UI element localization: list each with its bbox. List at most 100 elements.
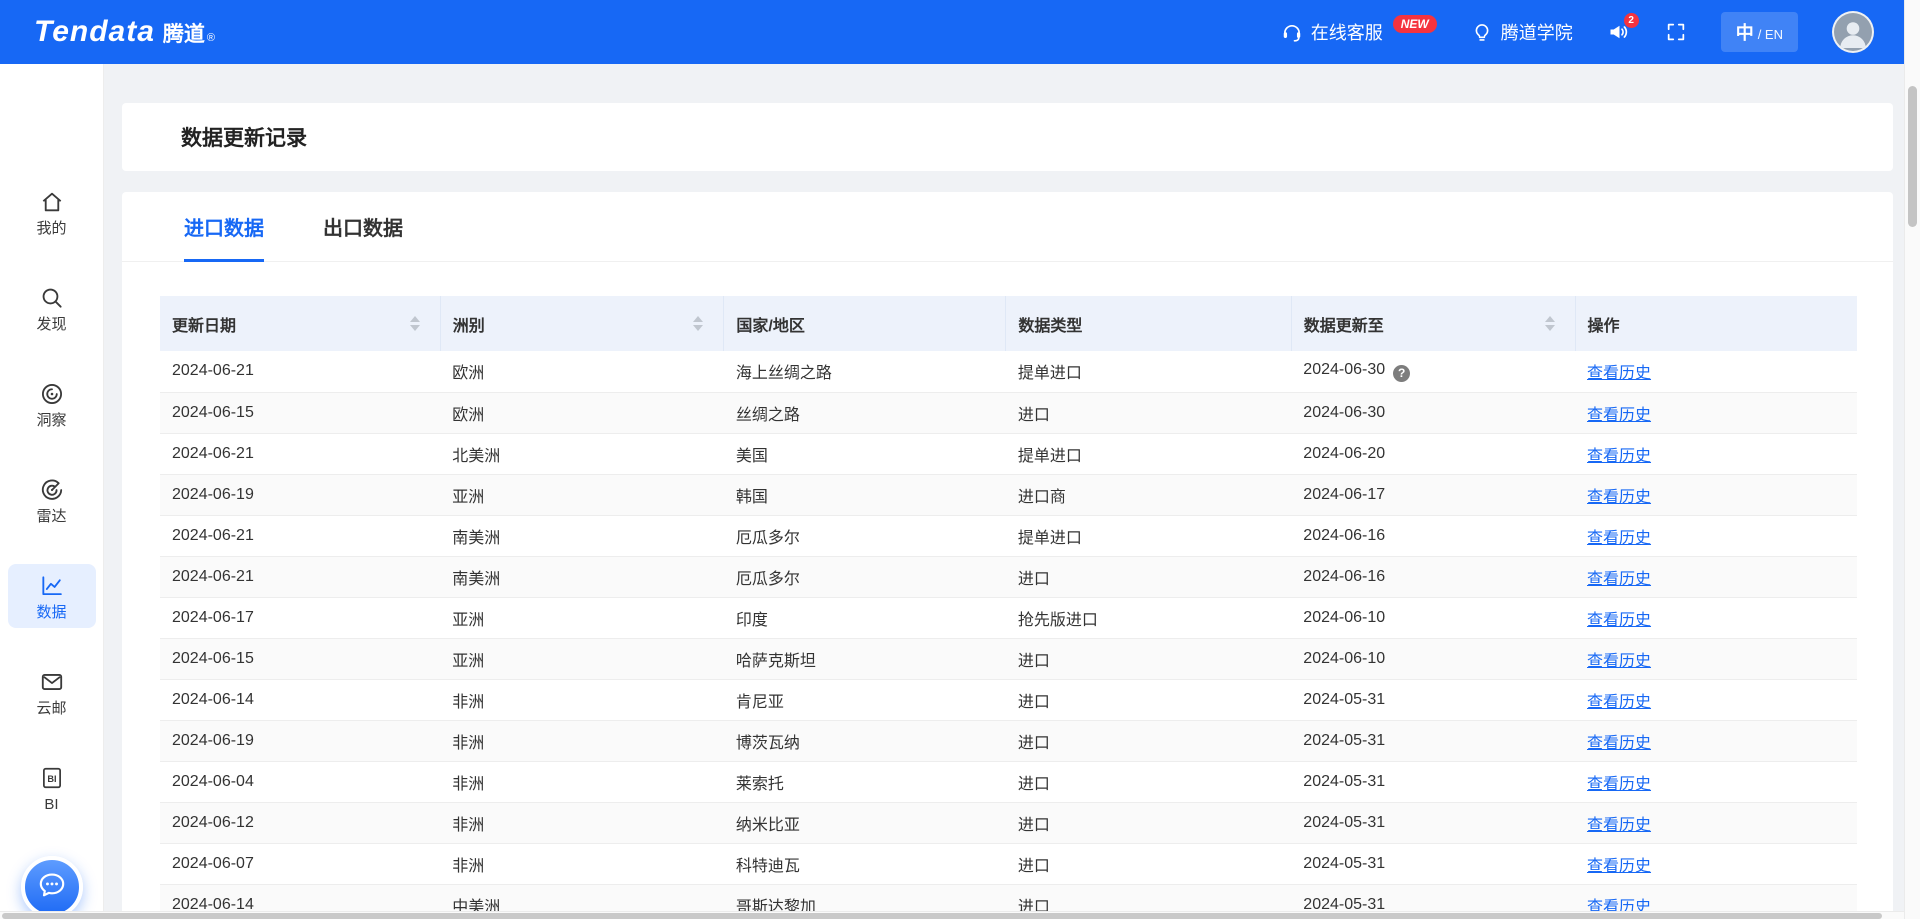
view-history-link[interactable]: 查看历史: [1587, 365, 1651, 382]
view-history-link[interactable]: 查看历史: [1587, 735, 1651, 752]
table-row: 2024-06-15 亚洲 哈萨克斯坦 进口 2024-06-10 查看历史: [160, 638, 1857, 679]
language-toggle[interactable]: 中 / EN: [1721, 12, 1798, 52]
header-actions: 在线客服 NEW 腾道学院 2: [1281, 11, 1874, 53]
user-avatar[interactable]: [1832, 11, 1874, 53]
main-content: 数据更新记录 进口数据 出口数据 更新日期: [104, 64, 1904, 919]
table-row: 2024-06-17 亚洲 印度 抢先版进口 2024-06-10 查看历史: [160, 597, 1857, 638]
sidebar-label: 洞察: [36, 413, 66, 428]
column-header-continent[interactable]: 洲别: [440, 296, 724, 351]
cell-update-date: 2024-06-14: [160, 679, 440, 720]
sidebar-item-mail[interactable]: 云邮: [8, 660, 96, 724]
sidebar-item-bi[interactable]: BI BI: [8, 756, 96, 820]
table-row: 2024-06-07 非洲 科特迪瓦 进口 2024-05-31 查看历史: [160, 843, 1857, 884]
cell-update-date: 2024-06-21: [160, 515, 440, 556]
cell-update-date: 2024-06-15: [160, 392, 440, 433]
view-history-link[interactable]: 查看历史: [1587, 407, 1651, 424]
view-history-link[interactable]: 查看历史: [1587, 817, 1651, 834]
view-history-link[interactable]: 查看历史: [1587, 612, 1651, 629]
data-records-card: 进口数据 出口数据 更新日期: [122, 192, 1893, 919]
page-title-card: 数据更新记录: [122, 103, 1893, 171]
cell-updated-to: 2024-05-31: [1291, 679, 1575, 720]
insight-icon: [39, 381, 65, 408]
view-history-link[interactable]: 查看历史: [1587, 653, 1651, 670]
column-label: 操作: [1588, 312, 1620, 336]
cell-continent: 亚洲: [440, 474, 724, 515]
cell-action: 查看历史: [1575, 474, 1857, 515]
cell-update-date: 2024-06-19: [160, 474, 440, 515]
view-history-link[interactable]: 查看历史: [1587, 694, 1651, 711]
cell-continent: 欧洲: [440, 351, 724, 392]
cell-action: 查看历史: [1575, 843, 1857, 884]
table-row: 2024-06-21 南美洲 厄瓜多尔 提单进口 2024-06-16 查看历史: [160, 515, 1857, 556]
column-label: 更新日期: [172, 312, 236, 336]
data-table: 更新日期 洲别 国家/地区: [160, 296, 1857, 919]
tab-export-data[interactable]: 出口数据: [323, 192, 403, 261]
table-row: 2024-06-15 欧洲 丝绸之路 进口 2024-06-30 查看历史: [160, 392, 1857, 433]
new-badge: NEW: [1393, 15, 1437, 33]
cell-updated-to: 2024-05-31: [1291, 843, 1575, 884]
top-header: Tendata 腾道 ® 在线客服 NEW 腾: [0, 0, 1904, 64]
column-header-updated-to[interactable]: 数据更新至: [1291, 296, 1575, 351]
view-history-link[interactable]: 查看历史: [1587, 530, 1651, 547]
academy-link[interactable]: 腾道学院: [1471, 19, 1573, 45]
sort-icon[interactable]: [1545, 316, 1555, 331]
sort-icon[interactable]: [410, 316, 420, 331]
cell-action: 查看历史: [1575, 556, 1857, 597]
table-row: 2024-06-21 北美洲 美国 提单进口 2024-06-20 查看历史: [160, 433, 1857, 474]
cell-region: 博茨瓦纳: [724, 720, 1006, 761]
cell-continent: 北美洲: [440, 433, 724, 474]
help-icon[interactable]: ?: [1393, 365, 1410, 382]
view-history-link[interactable]: 查看历史: [1587, 489, 1651, 506]
cell-update-date: 2024-06-21: [160, 433, 440, 474]
cell-region: 莱索托: [724, 761, 1006, 802]
online-service-link[interactable]: 在线客服 NEW: [1281, 19, 1437, 45]
cell-region: 哈萨克斯坦: [724, 638, 1006, 679]
cell-data-type: 抢先版进口: [1006, 597, 1291, 638]
view-history-link[interactable]: 查看历史: [1587, 858, 1651, 875]
online-service-label: 在线客服: [1311, 19, 1383, 45]
data-chart-icon: [39, 573, 65, 600]
cell-updated-to: 2024-05-31: [1291, 802, 1575, 843]
view-history-link[interactable]: 查看历史: [1587, 776, 1651, 793]
announcement-button[interactable]: 2: [1607, 20, 1631, 44]
cell-data-type: 进口: [1006, 679, 1291, 720]
sidebar-item-insight[interactable]: 洞察: [8, 372, 96, 436]
vertical-scrollbar[interactable]: [1904, 0, 1920, 919]
fullscreen-button[interactable]: [1665, 21, 1687, 43]
sidebar-item-radar[interactable]: 雷达: [8, 468, 96, 532]
table-header-row: 更新日期 洲别 国家/地区: [160, 296, 1857, 351]
cell-region: 海上丝绸之路: [724, 351, 1006, 392]
column-label: 洲别: [453, 312, 485, 336]
cell-continent: 欧洲: [440, 392, 724, 433]
sidebar-item-data[interactable]: 数据: [8, 564, 96, 628]
horizontal-scrollbar-thumb[interactable]: [2, 913, 1882, 919]
chat-fab-button[interactable]: [21, 856, 83, 918]
sort-icon[interactable]: [693, 316, 703, 331]
cell-region: 科特迪瓦: [724, 843, 1006, 884]
horizontal-scrollbar[interactable]: [0, 911, 1904, 919]
page-title: 数据更新记录: [181, 122, 307, 152]
column-header-update-date[interactable]: 更新日期: [160, 296, 440, 351]
sidebar-item-discover[interactable]: 发现: [8, 276, 96, 340]
cell-region: 印度: [724, 597, 1006, 638]
radar-icon: [39, 477, 65, 504]
view-history-link[interactable]: 查看历史: [1587, 571, 1651, 588]
table-row: 2024-06-12 非洲 纳米比亚 进口 2024-05-31 查看历史: [160, 802, 1857, 843]
column-header-region: 国家/地区: [724, 296, 1006, 351]
sidebar-item-mine[interactable]: 我的: [8, 180, 96, 244]
cell-data-type: 进口: [1006, 556, 1291, 597]
view-history-link[interactable]: 查看历史: [1587, 448, 1651, 465]
cell-continent: 非洲: [440, 679, 724, 720]
cell-update-date: 2024-06-21: [160, 351, 440, 392]
cell-data-type: 进口商: [1006, 474, 1291, 515]
chat-bubble-icon: [36, 869, 68, 906]
cell-data-type: 进口: [1006, 843, 1291, 884]
cell-region: 纳米比亚: [724, 802, 1006, 843]
brand-logo[interactable]: Tendata 腾道 ®: [34, 15, 215, 49]
vertical-scrollbar-thumb[interactable]: [1908, 86, 1917, 227]
cell-action: 查看历史: [1575, 515, 1857, 556]
tab-import-data[interactable]: 进口数据: [184, 192, 264, 261]
cell-updated-to: 2024-06-30?: [1291, 351, 1575, 392]
cell-action: 查看历史: [1575, 761, 1857, 802]
language-en: / EN: [1758, 27, 1783, 42]
